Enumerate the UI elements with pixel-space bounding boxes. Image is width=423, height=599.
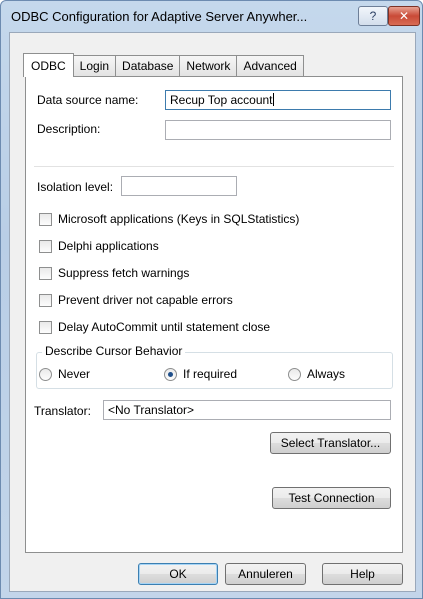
data-source-name-value: Recup Top account: [170, 93, 273, 107]
checkbox-label: Microsoft applications (Keys in SQLStati…: [58, 212, 300, 226]
radio-label: Never: [58, 367, 91, 381]
tab-odbc[interactable]: ODBC: [23, 53, 74, 77]
checkbox-box[interactable]: [39, 320, 52, 334]
tab-database[interactable]: Database: [115, 55, 181, 76]
translator-label: Translator:: [34, 404, 91, 418]
help-button[interactable]: Help: [322, 563, 403, 585]
radio-label: Always: [307, 367, 346, 381]
question-icon: ?: [369, 9, 377, 23]
title-bar[interactable]: ODBC Configuration for Adaptive Server A…: [1, 1, 422, 31]
dialog-client-area: ODBC Login Database Network Advanced Dat…: [9, 32, 416, 592]
radio-label: If required: [183, 367, 238, 381]
checkbox-delphi-applications[interactable]: Delphi applications: [39, 239, 159, 253]
checkbox-label: Delay AutoCommit until statement close: [58, 320, 271, 334]
isolation-level-input[interactable]: [121, 176, 237, 196]
checkbox-box[interactable]: [39, 293, 52, 307]
window-title: ODBC Configuration for Adaptive Server A…: [11, 9, 308, 24]
data-source-name-input[interactable]: Recup Top account: [165, 90, 391, 110]
radio-button[interactable]: [39, 367, 52, 381]
tab-login[interactable]: Login: [72, 55, 117, 76]
checkbox-microsoft-applications[interactable]: Microsoft applications (Keys in SQLStati…: [39, 212, 299, 226]
checkbox-prevent-driver-not-capable[interactable]: Prevent driver not capable errors: [39, 293, 233, 307]
test-connection-button[interactable]: Test Connection: [272, 487, 391, 509]
description-label: Description:: [37, 122, 101, 136]
checkbox-delay-autocommit[interactable]: Delay AutoCommit until statement close: [39, 320, 270, 334]
tab-advanced[interactable]: Advanced: [236, 55, 304, 76]
radio-never[interactable]: Never: [39, 367, 90, 381]
checkbox-box[interactable]: [39, 239, 52, 253]
checkbox-label: Delphi applications: [58, 239, 159, 253]
checkbox-label: Suppress fetch warnings: [58, 266, 190, 280]
ok-button[interactable]: OK: [138, 563, 218, 585]
checkbox-label: Prevent driver not capable errors: [58, 293, 233, 307]
checkbox-box[interactable]: [39, 266, 52, 280]
describe-cursor-behavior-label: Describe Cursor Behavior: [42, 344, 186, 358]
select-translator-button[interactable]: Select Translator...: [270, 432, 391, 454]
odbc-tab-panel: Data source name: Recup Top account Desc…: [25, 76, 403, 553]
translator-input[interactable]: <No Translator>: [103, 400, 391, 420]
radio-always[interactable]: Always: [288, 367, 345, 381]
cancel-button[interactable]: Annuleren: [225, 563, 306, 585]
description-input[interactable]: [165, 120, 391, 140]
radio-button[interactable]: [164, 367, 177, 381]
close-title-button[interactable]: ✕: [388, 6, 420, 26]
tab-network[interactable]: Network: [179, 55, 238, 76]
dialog-window: ODBC Configuration for Adaptive Server A…: [0, 0, 423, 599]
radio-button[interactable]: [288, 367, 301, 381]
checkbox-suppress-fetch-warnings[interactable]: Suppress fetch warnings: [39, 266, 189, 280]
checkbox-box[interactable]: [39, 212, 52, 226]
help-title-button[interactable]: ?: [358, 6, 388, 26]
radio-if-required[interactable]: If required: [164, 367, 237, 381]
divider: [34, 166, 394, 167]
tab-strip: ODBC Login Database Network Advanced: [23, 53, 304, 77]
data-source-name-label: Data source name:: [37, 93, 139, 107]
isolation-level-label: Isolation level:: [37, 180, 114, 194]
text-caret: [272, 93, 274, 106]
close-icon: ✕: [398, 9, 410, 23]
